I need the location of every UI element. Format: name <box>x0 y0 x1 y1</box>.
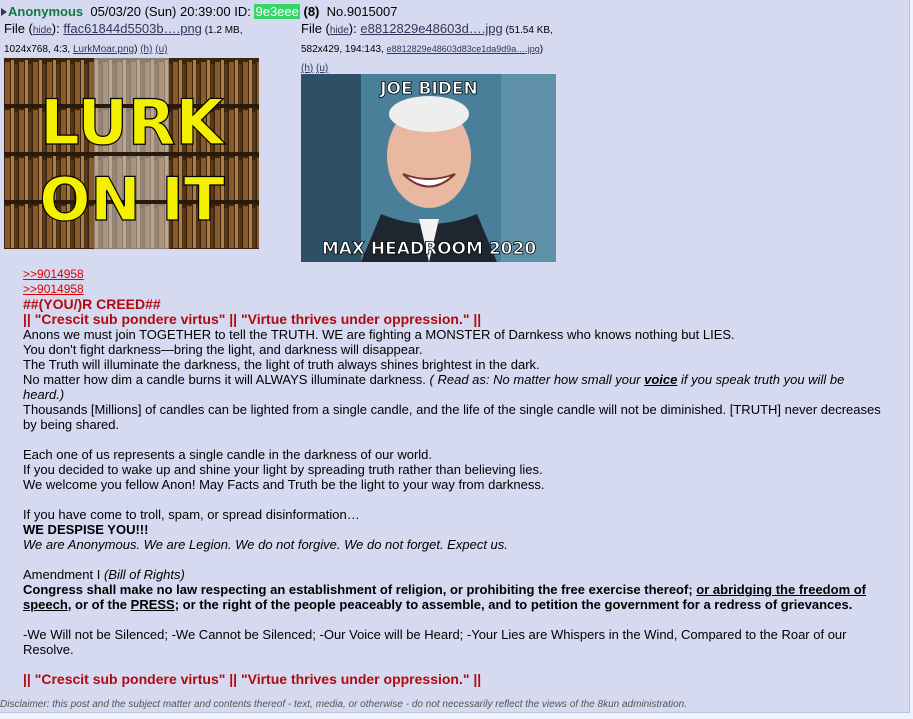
body-line: Amendment I (Bill of Rights) <box>23 567 185 582</box>
post-menu-triangle-icon[interactable] <box>1 7 7 16</box>
file-meta: (1.2 MB, <box>201 25 243 36</box>
image-caption-top: JOE BIDEN <box>379 79 478 99</box>
image-caption-top: LURK <box>40 86 225 159</box>
amendment-text: Congress shall make no law respecting an… <box>23 582 867 612</box>
quote-link[interactable]: >>9014958 <box>23 267 883 282</box>
body-line: The Truth will illuminate the darkness, … <box>23 357 540 372</box>
hide-file-link[interactable]: hide <box>33 25 52 36</box>
image-caption-bottom: ON IT <box>39 165 224 235</box>
original-filename-link[interactable]: LurkMoar.png <box>73 44 134 55</box>
disclaimer: Disclaimer: this post and the subject ma… <box>0 699 687 710</box>
file-dimensions: 582x429, 194:143, <box>301 44 387 55</box>
post-date: 05/03/20 (Sun) 20:39:00 <box>90 4 231 20</box>
body-line: If you decided to wake up and shine your… <box>23 462 543 477</box>
u-link[interactable]: (u) <box>316 63 328 74</box>
id-label: ID: <box>234 4 251 20</box>
body-line: Anons we must join TOGETHER to tell the … <box>23 327 735 342</box>
quote-link[interactable]: >>9014958 <box>23 282 883 297</box>
poster-id[interactable]: 9e3eee <box>254 4 300 20</box>
body-line: -We Will not be Silenced; -We Cannot be … <box>23 627 847 657</box>
body-line: We are Anonymous. We are Legion. We do n… <box>23 537 508 552</box>
post-body: >>9014958 >>9014958 ##(YOU/)R CREED## ||… <box>23 267 883 687</box>
body-line: WE DESPISE YOU!!! <box>23 522 149 537</box>
body-line: You don't fight darkness—bring the light… <box>23 342 423 357</box>
reply-count[interactable]: (8) <box>304 4 320 19</box>
file-name-link[interactable]: ffac61844d5503b….png <box>63 21 202 36</box>
lurk-image[interactable]: LURK ON IT <box>4 58 259 249</box>
biden-image[interactable]: JOE BIDEN MAX HEADROOM 2020 <box>301 74 556 262</box>
post-header: Anonymous 05/03/20 (Sun) 20:39:00 ID: 9e… <box>0 3 398 20</box>
original-filename-link[interactable]: e8812829e48603d83ce1da9d9a….jpg <box>387 44 540 54</box>
bookshelf-image-art: LURK ON IT <box>4 58 259 249</box>
creed-heading: ##(YOU/)R CREED## <box>23 296 161 312</box>
post: Anonymous 05/03/20 (Sun) 20:39:00 ID: 9e… <box>0 0 910 713</box>
body-line: We welcome you fellow Anon! May Facts an… <box>23 477 545 492</box>
motto-heading: || "Crescit sub pondere virtus" || "Virt… <box>23 671 482 687</box>
portrait-image-art: JOE BIDEN MAX HEADROOM 2020 <box>301 74 556 262</box>
file-meta: (51.54 KB, <box>502 25 553 36</box>
file-dimensions: 1024x768, 4:3, <box>4 44 73 55</box>
h-link[interactable]: (h) <box>140 44 152 55</box>
hide-file-link[interactable]: hide <box>330 25 349 36</box>
motto-heading: || "Crescit sub pondere virtus" || "Virt… <box>23 311 482 327</box>
body-line: Thousands [Millions] of candles can be l… <box>23 402 881 432</box>
u-link[interactable]: (u) <box>155 44 167 55</box>
image-caption-bottom: MAX HEADROOM 2020 <box>322 239 537 259</box>
body-line: If you have come to troll, spam, or spre… <box>23 507 360 522</box>
h-link[interactable]: (h) <box>301 63 313 74</box>
body-line: Each one of us represents a single candl… <box>23 447 433 462</box>
file-info-2: File (hide): e8812829e48603d….jpg (51.54… <box>301 21 553 74</box>
post-number[interactable]: No.9015007 <box>327 4 398 19</box>
file-info-1: File (hide): ffac61844d5503b….png (1.2 M… <box>4 21 243 55</box>
poster-name: Anonymous <box>8 4 84 20</box>
file-name-link[interactable]: e8812829e48603d….jpg <box>360 21 502 36</box>
body-line: No matter how dim a candle burns it will… <box>23 372 845 402</box>
